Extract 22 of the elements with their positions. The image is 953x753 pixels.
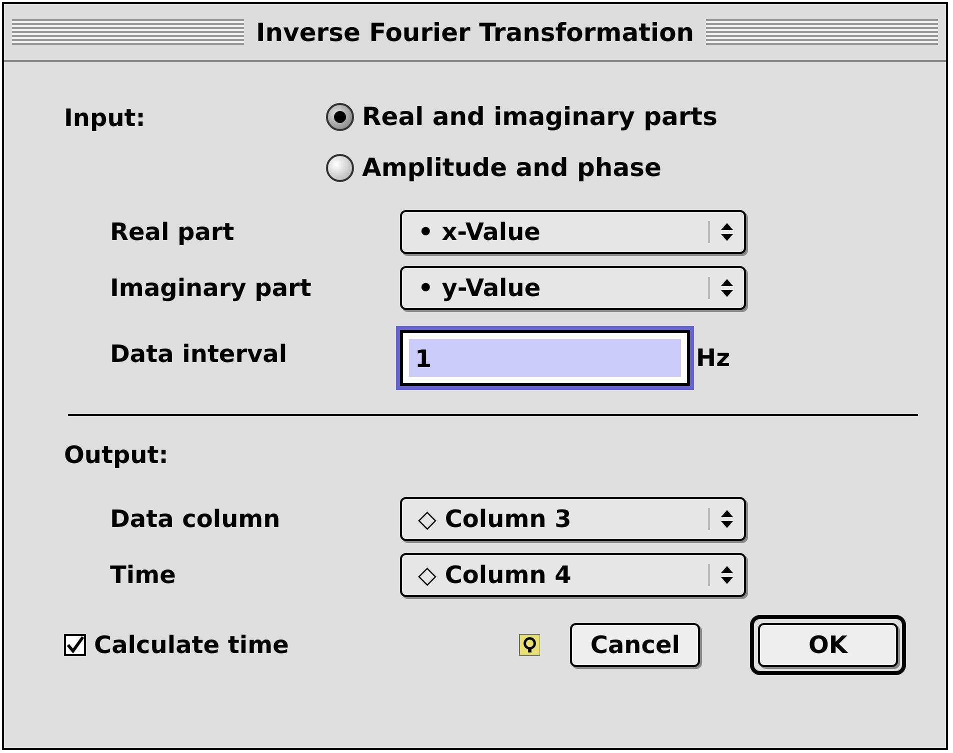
radio-button[interactable] xyxy=(326,154,354,182)
popup-menu[interactable]: • x-Value xyxy=(400,210,746,254)
section-label: Output: xyxy=(64,440,170,469)
popup-menu[interactable]: ◇ Column 4 xyxy=(400,553,746,597)
help-icon[interactable] xyxy=(518,632,540,658)
unit-label: Hz xyxy=(696,344,730,372)
checkbox-option[interactable]: Calculate time xyxy=(64,631,289,659)
radio-option[interactable]: Amplitude and phase xyxy=(326,153,718,182)
dialog-button[interactable]: Cancel xyxy=(570,623,700,667)
popup-menu[interactable]: • y-Value xyxy=(400,266,746,310)
section-label: Input: xyxy=(64,103,146,134)
field-label: Imaginary part xyxy=(110,274,312,302)
popup-menu[interactable]: ◇ Column 3 xyxy=(400,497,746,541)
radio-button[interactable] xyxy=(326,102,354,130)
field-label: Data interval xyxy=(110,340,288,368)
field-label: Time xyxy=(110,561,177,589)
window-title: Inverse Fourier Transformation xyxy=(256,18,694,46)
radio-option[interactable]: Real and imaginary parts xyxy=(326,102,718,131)
field-label: Real part xyxy=(110,218,236,246)
dialog-button[interactable]: OK xyxy=(758,623,898,667)
checkbox[interactable] xyxy=(64,634,86,656)
field-label: Data column xyxy=(110,505,282,533)
